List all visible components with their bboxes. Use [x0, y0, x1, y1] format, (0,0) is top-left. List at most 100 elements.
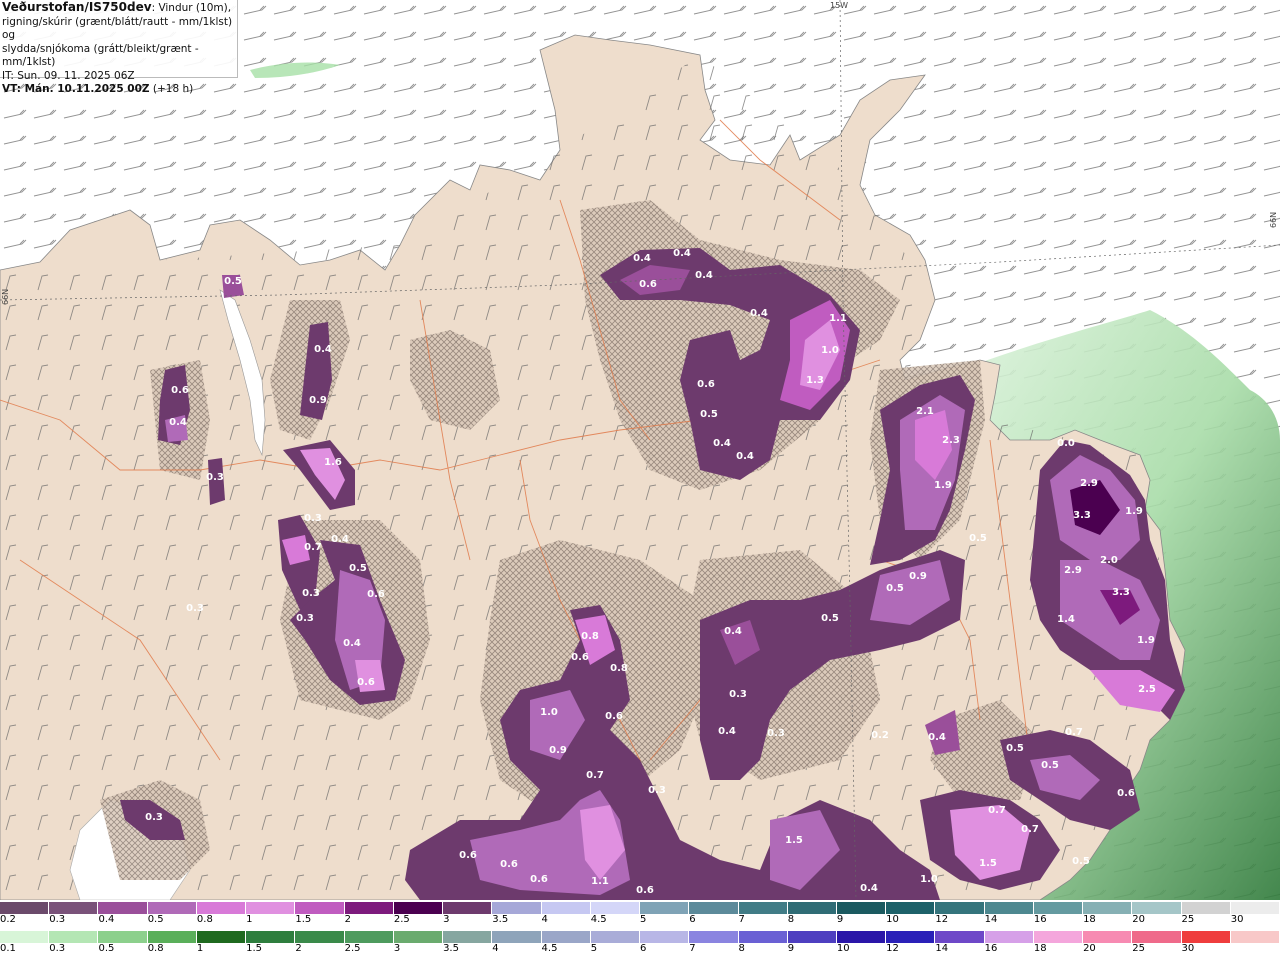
legend-label: 0.5: [98, 943, 115, 954]
precip-value: 1.0: [821, 345, 839, 356]
precip-legend-swatches: [0, 902, 1280, 914]
precip-value: 0.6: [171, 385, 189, 396]
precip-value: 1.9: [1137, 635, 1155, 646]
legend-swatch: [344, 902, 394, 914]
legend-swatch: [836, 902, 887, 914]
legend-swatch: [738, 931, 788, 943]
legend-swatch: [1230, 931, 1280, 943]
legend-swatch: [147, 902, 197, 914]
grid-label-right: 66N: [1269, 212, 1278, 228]
legend-label: 0.3: [49, 943, 66, 954]
legend-swatch: [393, 902, 444, 914]
legend-label: 18: [1083, 914, 1096, 925]
precip-value: 0.4: [928, 732, 946, 743]
legend-swatch: [541, 931, 591, 943]
legend-label: 4.5: [541, 943, 558, 954]
precip-value: 1.6: [324, 457, 342, 468]
precip-value: 0.5: [969, 533, 987, 544]
issue-time: IT: Sun. 09. 11. 2025 06Z: [2, 69, 135, 82]
legend-label: 2.5: [393, 914, 410, 925]
precip-value: 0.4: [695, 270, 713, 281]
legend-label: 0.3: [49, 914, 66, 925]
precip-value: 0.4: [724, 626, 742, 637]
precip-value: 0.6: [367, 589, 385, 600]
precip-value: 0.3: [767, 728, 785, 739]
precip-value: 1.4: [1057, 614, 1075, 625]
legend-swatch: [295, 931, 345, 943]
precip-value: 0.4: [736, 451, 754, 462]
legend-swatch: [984, 902, 1034, 914]
legend-swatch: [49, 931, 99, 943]
weather-map: 15W 66N 66N 0.4 0.4 0.4 0.6 0.4 1.1 1.0 1.3 0.6 0…: [0, 0, 1280, 900]
legend-swatch: [590, 931, 641, 943]
legend-label: 4: [541, 914, 548, 925]
legend-swatch: [0, 931, 50, 943]
legend-label: 25: [1132, 943, 1146, 954]
valid-offset: (+18 h): [149, 83, 194, 95]
map-info-box: Veðurstofan/IS750dev: Vindur (10m), rign…: [0, 0, 238, 95]
legend-label: 4: [492, 943, 499, 954]
precip-value: 0.6: [571, 652, 589, 663]
legend-swatch: [196, 902, 247, 914]
precip-value: 0.7: [586, 770, 604, 781]
legend-label: 9: [836, 914, 844, 925]
info-line2: rigning/skúrir (grænt/blátt/rautt - mm/1…: [2, 15, 233, 42]
precip-value: 0.6: [636, 885, 654, 896]
legend-swatch: [1132, 902, 1182, 914]
snow-legend-swatches: [0, 931, 1280, 943]
legend-swatch: [295, 902, 345, 914]
legend-label: 8: [787, 914, 795, 925]
precip-value: 0.9: [309, 395, 327, 406]
legend-label: 20: [1083, 943, 1096, 954]
precip-value: 0.8: [581, 631, 599, 642]
legend-label: 0.8: [147, 943, 164, 954]
precip-value: 0.6: [697, 379, 715, 390]
legend-swatch: [1033, 902, 1084, 914]
legend-label: 8: [738, 943, 745, 954]
legend-swatch: [98, 902, 148, 914]
legend-label: 16: [1033, 914, 1047, 925]
legend-label: 0.8: [196, 914, 213, 925]
legend-label: 4.5: [590, 914, 607, 925]
precip-value: 2.0: [1100, 555, 1118, 566]
info-line1: : Vindur (10m),: [151, 2, 232, 14]
legend-label: 5: [640, 914, 647, 925]
precip-value: 0.4: [860, 883, 878, 894]
precip-value: 0.4: [718, 726, 736, 737]
precip-value: 3.3: [1112, 587, 1130, 598]
precip-value: 0.6: [530, 874, 548, 885]
legend-swatch: [689, 931, 739, 943]
legend-swatch: [640, 902, 690, 914]
legend-label: 3: [393, 943, 401, 954]
legend-label: 10: [886, 914, 899, 925]
legend-swatch: [787, 931, 837, 943]
legend-swatch: [1230, 902, 1280, 914]
precip-value: 1.1: [591, 876, 609, 887]
legend-swatch: [640, 931, 690, 943]
info-line3: slydda/snjókoma (grátt/bleikt/grænt - mm…: [2, 42, 199, 69]
precip-value: 0.5: [821, 613, 839, 624]
precip-value: 0.4: [169, 417, 187, 428]
precip-value: 1.9: [934, 480, 952, 491]
legend-swatch: [246, 902, 296, 914]
precip-value: 0.4: [331, 534, 349, 545]
precip-value: 0.5: [1006, 743, 1024, 754]
precip-value: 0.3: [648, 785, 666, 796]
legend-swatch: [1181, 902, 1231, 914]
precip-value: 0.7: [988, 805, 1006, 816]
precip-value: 1.0: [540, 707, 558, 718]
precip-value: 2.3: [942, 435, 960, 446]
precip-value: 0.3: [145, 812, 163, 823]
legend-label: 7: [738, 914, 745, 925]
precip-value: 0.9: [909, 571, 927, 582]
legend-label: 1.5: [295, 914, 312, 925]
legend-swatch: [689, 902, 739, 914]
precip-value: 1.1: [829, 313, 847, 324]
legend-label: 1: [196, 943, 204, 954]
snow-legend: 0.1 0.3 0.5 0.8 1 1.5 2 2.5 3 3.5 4 4.5 5 6 7 8 9 10 12 14 1…: [0, 929, 1280, 958]
legend-label: 0.1: [0, 943, 16, 954]
legend-label: 1: [246, 914, 253, 925]
legend-swatch: [1033, 931, 1084, 943]
precip-value: 0.5: [1041, 760, 1059, 771]
precip-value: 0.4: [633, 253, 651, 264]
